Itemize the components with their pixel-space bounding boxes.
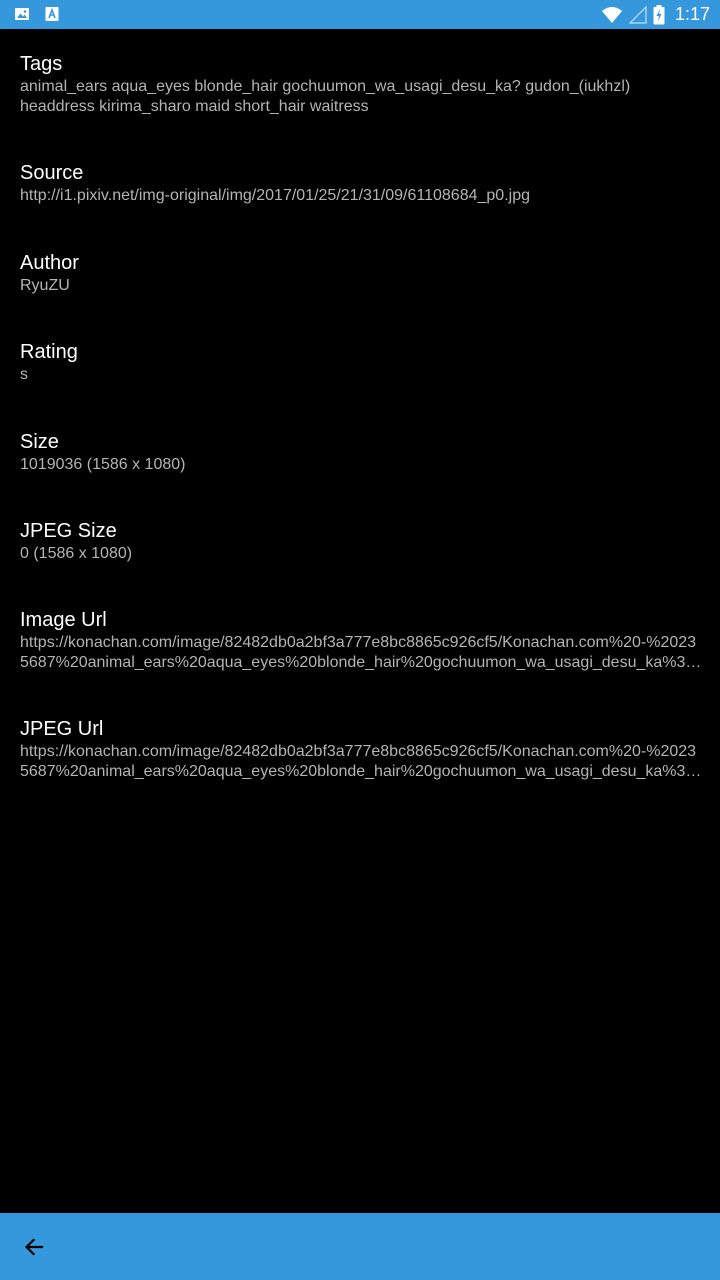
field-value: https://konachan.com/image/82482db0a2bf3… bbox=[20, 634, 697, 671]
image-url-field[interactable]: Image Url https://konachan.com/image/824… bbox=[20, 607, 704, 673]
field-label: JPEG Url bbox=[20, 718, 104, 740]
field-value: 1019036 (1586 x 1080) bbox=[20, 456, 186, 473]
source-field[interactable]: Source http://i1.pixiv.net/img-original/… bbox=[20, 160, 704, 206]
field-value: s bbox=[20, 366, 28, 383]
app-store-icon bbox=[45, 7, 59, 21]
notification-icons bbox=[14, 6, 60, 22]
image-icon bbox=[15, 8, 29, 20]
field-value: animal_ears aqua_eyes blonde_hair gochuu… bbox=[20, 78, 631, 115]
battery-charging-icon bbox=[653, 4, 665, 24]
system-icons: 1:17 bbox=[601, 4, 710, 25]
image-details: Tags animal_ears aqua_eyes blonde_hair g… bbox=[0, 29, 720, 1213]
jpeg-url-field[interactable]: JPEG Url https://konachan.com/image/8248… bbox=[20, 716, 704, 782]
bottom-toolbar bbox=[0, 1213, 720, 1280]
jpeg-size-field[interactable]: JPEG Size 0 (1586 x 1080) bbox=[20, 518, 704, 564]
wifi-icon bbox=[601, 6, 622, 23]
field-label: Image Url bbox=[20, 609, 107, 631]
status-bar: 1:17 bbox=[0, 0, 720, 29]
tags-field[interactable]: Tags animal_ears aqua_eyes blonde_hair g… bbox=[20, 51, 704, 117]
field-label: Rating bbox=[20, 341, 78, 363]
signal-icon bbox=[628, 5, 647, 24]
field-value: http://i1.pixiv.net/img-original/img/201… bbox=[20, 187, 530, 204]
back-button[interactable] bbox=[14, 1227, 54, 1267]
field-label: Author bbox=[20, 252, 79, 274]
field-label: Tags bbox=[20, 53, 63, 75]
field-label: Size bbox=[20, 431, 59, 453]
rating-field[interactable]: Rating s bbox=[20, 339, 704, 385]
author-field[interactable]: Author RyuZU bbox=[20, 250, 704, 296]
clock: 1:17 bbox=[674, 4, 710, 24]
field-value: RyuZU bbox=[20, 277, 70, 294]
field-label: Source bbox=[20, 162, 84, 184]
field-label: JPEG Size bbox=[20, 520, 117, 542]
field-value: https://konachan.com/image/82482db0a2bf3… bbox=[20, 743, 697, 780]
size-field[interactable]: Size 1019036 (1586 x 1080) bbox=[20, 429, 704, 475]
field-value: 0 (1586 x 1080) bbox=[20, 545, 133, 562]
arrow-left-icon bbox=[24, 1238, 44, 1256]
